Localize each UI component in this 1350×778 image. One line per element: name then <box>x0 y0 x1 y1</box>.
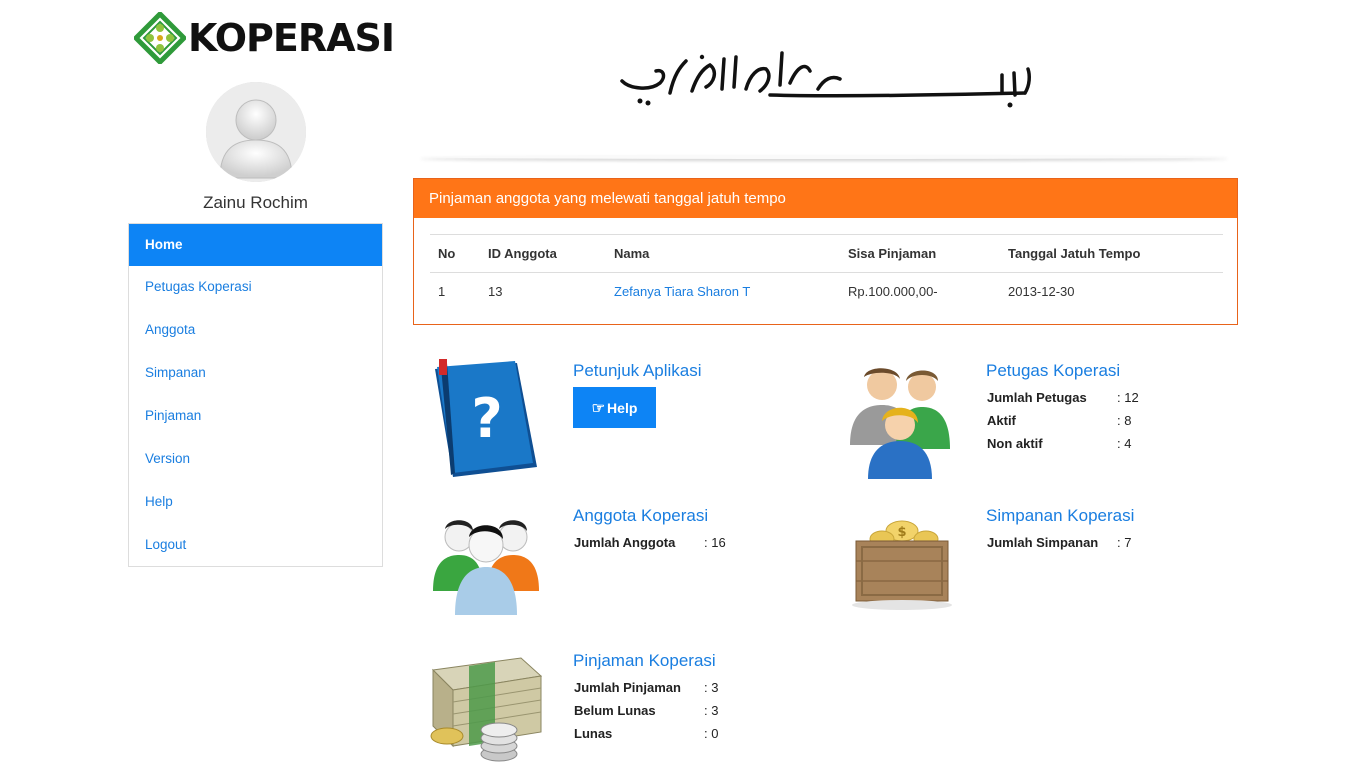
stat-value-jumlah-petugas: : 12 <box>1117 390 1139 405</box>
help-book-icon: ? <box>425 355 545 480</box>
stat-label-jumlah-simpanan: Jumlah Simpanan <box>987 535 1099 550</box>
stat-label-aktif: Aktif <box>987 413 1016 428</box>
column-header-tanggal-jatuh-tempo: Tanggal Jatuh Tempo <box>1000 234 1223 273</box>
stat-value-belum-lunas: : 3 <box>704 703 719 718</box>
member-name-link[interactable]: Zefanya Tiara Sharon T <box>614 284 750 299</box>
help-button[interactable]: ☞ Help <box>573 387 656 428</box>
stat-label-lunas: Lunas <box>574 726 613 741</box>
column-header-no: No <box>430 234 480 273</box>
help-button-label: Help <box>607 399 638 416</box>
logo-text: KOPERASI <box>188 16 395 60</box>
petugas-koperasi-title: Petugas Koperasi <box>986 361 1121 380</box>
svg-text:?: ? <box>471 387 502 450</box>
sidebar-item-simpanan[interactable]: Simpanan <box>129 352 382 395</box>
cell-sisa-pinjaman: Rp.100.000,00- <box>848 284 938 300</box>
sidebar-item-petugas-koperasi[interactable]: Petugas Koperasi <box>129 266 382 309</box>
sidebar-item-home[interactable]: Home <box>129 224 382 266</box>
staff-group-icon <box>842 355 962 480</box>
sidebar-nav: Home Petugas Koperasi Anggota Simpanan P… <box>128 223 383 567</box>
stat-label-jumlah-pinjaman: Jumlah Pinjaman <box>574 680 681 695</box>
sidebar-item-pinjaman[interactable]: Pinjaman <box>129 395 382 438</box>
cell-nama: Zefanya Tiara Sharon T <box>606 273 840 311</box>
stat-label-jumlah-petugas: Jumlah Petugas <box>987 390 1087 405</box>
cell-tanggal-jatuh-tempo: 2013-12-30 <box>1008 284 1075 300</box>
stat-value-jumlah-pinjaman: : 3 <box>704 680 719 695</box>
table-row: 1 13 Zefanya Tiara Sharon T Rp.100.000,0… <box>430 273 1223 311</box>
cell-no: 1 <box>438 284 446 300</box>
pointing-hand-icon: ☞ <box>591 399 606 417</box>
pinjaman-koperasi-title: Pinjaman Koperasi <box>573 651 716 670</box>
stat-value-lunas: : 0 <box>704 726 719 741</box>
column-header-nama: Nama <box>606 234 840 273</box>
bismillah-calligraphy <box>610 45 1040 120</box>
stat-label-belum-lunas: Belum Lunas <box>574 703 656 718</box>
treasure-chest-icon: $ <box>842 505 962 630</box>
stat-value-non-aktif: : 4 <box>1117 436 1132 451</box>
table-header-row: No ID Anggota Nama Sisa Pinjaman Tanggal… <box>430 234 1223 273</box>
members-icon <box>425 505 545 630</box>
svg-text:$: $ <box>897 525 906 540</box>
money-stack-icon <box>425 650 545 775</box>
sidebar-item-version[interactable]: Version <box>129 438 382 481</box>
overdue-loans-panel: Pinjaman anggota yang melewati tanggal j… <box>413 178 1238 325</box>
user-name: Zainu Rochim <box>203 193 308 212</box>
simpanan-koperasi-title: Simpanan Koperasi <box>986 506 1135 525</box>
app-logo[interactable]: KOPERASI <box>132 10 395 66</box>
anggota-koperasi-title: Anggota Koperasi <box>573 506 709 525</box>
stat-value-jumlah-simpanan: : 7 <box>1117 535 1132 550</box>
stat-value-jumlah-anggota: : 16 <box>704 535 726 550</box>
stat-label-jumlah-anggota: Jumlah Anggota <box>574 535 676 550</box>
avatar <box>206 82 306 182</box>
stat-label-non-aktif: Non aktif <box>987 436 1043 451</box>
cell-id-anggota: 13 <box>488 284 503 300</box>
overdue-panel-title: Pinjaman anggota yang melewati tanggal j… <box>414 179 1237 218</box>
header-divider <box>420 155 1228 159</box>
logo-emblem-icon <box>132 10 188 66</box>
sidebar-item-logout[interactable]: Logout <box>129 524 382 567</box>
overdue-table: No ID Anggota Nama Sisa Pinjaman Tanggal… <box>430 234 1223 311</box>
sidebar-item-help[interactable]: Help <box>129 481 382 524</box>
column-header-sisa-pinjaman: Sisa Pinjaman <box>840 234 1000 273</box>
sidebar-item-anggota[interactable]: Anggota <box>129 309 382 352</box>
petunjuk-aplikasi-title: Petunjuk Aplikasi <box>573 361 702 380</box>
column-header-id-anggota: ID Anggota <box>480 234 606 273</box>
stat-value-aktif: : 8 <box>1117 413 1132 428</box>
